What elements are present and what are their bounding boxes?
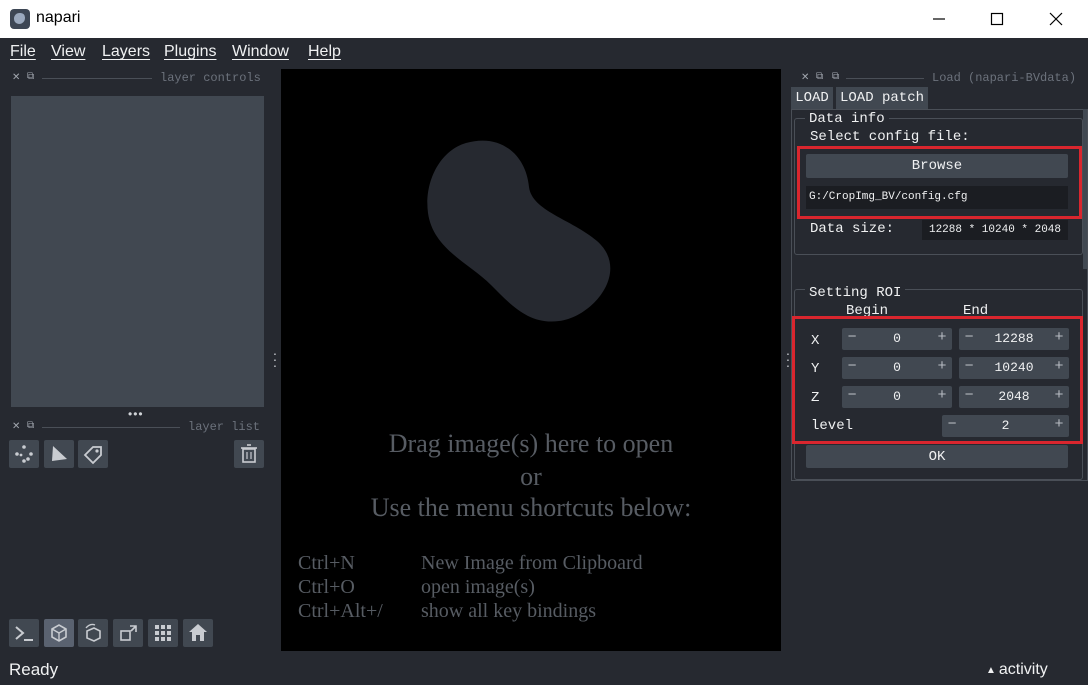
grid-icon[interactable] bbox=[148, 619, 178, 647]
splitter-handle[interactable]: ••• bbox=[128, 407, 144, 421]
activity-label: activity bbox=[998, 661, 1048, 678]
menu-window[interactable]: Window bbox=[232, 43, 289, 61]
window-title: napari bbox=[36, 9, 81, 26]
layer-controls-title: layer controls bbox=[160, 71, 261, 85]
shortcut-action: open image(s) bbox=[421, 576, 535, 598]
maximize-icon[interactable] bbox=[968, 0, 1026, 38]
status-bar bbox=[0, 655, 1088, 685]
shortcut-key: Ctrl+Alt+/ bbox=[298, 600, 383, 622]
ndisplay-icon[interactable] bbox=[44, 619, 74, 647]
data-size-value: 12288 * 10240 * 2048 bbox=[922, 220, 1068, 240]
roll-dims-icon[interactable] bbox=[78, 619, 108, 647]
tab-load[interactable]: LOAD bbox=[791, 87, 833, 109]
dock-float-icon[interactable]: ⧉ bbox=[27, 71, 34, 82]
highlight-box bbox=[792, 316, 1083, 444]
dock-close-icon[interactable]: ✕ bbox=[801, 72, 809, 83]
dock-close-icon[interactable]: ✕ bbox=[12, 421, 20, 432]
shortcut-key: Ctrl+O bbox=[298, 576, 355, 598]
dock-float-icon[interactable]: ⧉ bbox=[832, 71, 839, 82]
data-info-title: Data info bbox=[805, 111, 889, 127]
welcome-line1: Drag image(s) here to open bbox=[388, 429, 674, 458]
transpose-icon[interactable] bbox=[113, 619, 143, 647]
dock-close-icon[interactable]: ✕ bbox=[12, 72, 20, 83]
layer-controls-panel bbox=[11, 96, 264, 407]
dock-float-icon[interactable]: ⧉ bbox=[27, 420, 34, 431]
ok-button[interactable]: OK bbox=[806, 445, 1068, 468]
new-points-icon[interactable] bbox=[9, 440, 39, 468]
dock-divider bbox=[846, 78, 924, 79]
new-shapes-icon[interactable] bbox=[44, 440, 74, 468]
menu-plugins[interactable]: Plugins bbox=[164, 43, 216, 61]
activity-button[interactable]: ▲ activity bbox=[986, 661, 1048, 679]
scrollbar[interactable] bbox=[1083, 109, 1087, 269]
napari-logo-icon bbox=[10, 9, 30, 29]
shortcut-key: Ctrl+N bbox=[298, 552, 355, 574]
highlight-box bbox=[797, 146, 1082, 219]
menu-layers[interactable]: Layers bbox=[102, 43, 150, 61]
left-dock-splitter[interactable]: · · · bbox=[272, 346, 278, 372]
layer-list-title: layer list bbox=[188, 420, 261, 434]
welcome-line2: Use the menu shortcuts below: bbox=[370, 493, 692, 522]
menu-help[interactable]: Help bbox=[308, 43, 341, 61]
caret-up-icon: ▲ bbox=[986, 664, 996, 676]
status-text: Ready bbox=[9, 660, 59, 679]
plugin-dock-title: Load (napari-BVdata) bbox=[932, 71, 1077, 85]
close-icon[interactable] bbox=[1027, 0, 1085, 38]
welcome-or: or bbox=[520, 462, 542, 491]
roi-title: Setting ROI bbox=[805, 285, 906, 301]
new-labels-icon[interactable] bbox=[78, 440, 108, 468]
home-icon[interactable] bbox=[183, 619, 213, 647]
dock-float-icon[interactable]: ⧉ bbox=[816, 71, 823, 82]
dock-divider bbox=[42, 427, 180, 428]
shortcut-action: New Image from Clipboard bbox=[421, 552, 643, 574]
viewer-canvas[interactable]: Drag image(s) here to open or Use the me… bbox=[281, 69, 781, 651]
minimize-icon[interactable] bbox=[910, 0, 968, 38]
delete-layer-icon[interactable] bbox=[234, 440, 264, 468]
console-icon[interactable] bbox=[9, 619, 39, 647]
menu-file[interactable]: File bbox=[10, 43, 36, 61]
tab-load-patch[interactable]: LOAD patch bbox=[836, 87, 928, 109]
menu-view[interactable]: View bbox=[51, 43, 85, 61]
data-size-label: Data size: bbox=[810, 221, 895, 237]
dock-divider bbox=[42, 78, 152, 79]
select-config-label: Select config file: bbox=[810, 129, 970, 145]
napari-logo-icon bbox=[427, 140, 611, 322]
shortcut-action: show all key bindings bbox=[421, 600, 596, 622]
